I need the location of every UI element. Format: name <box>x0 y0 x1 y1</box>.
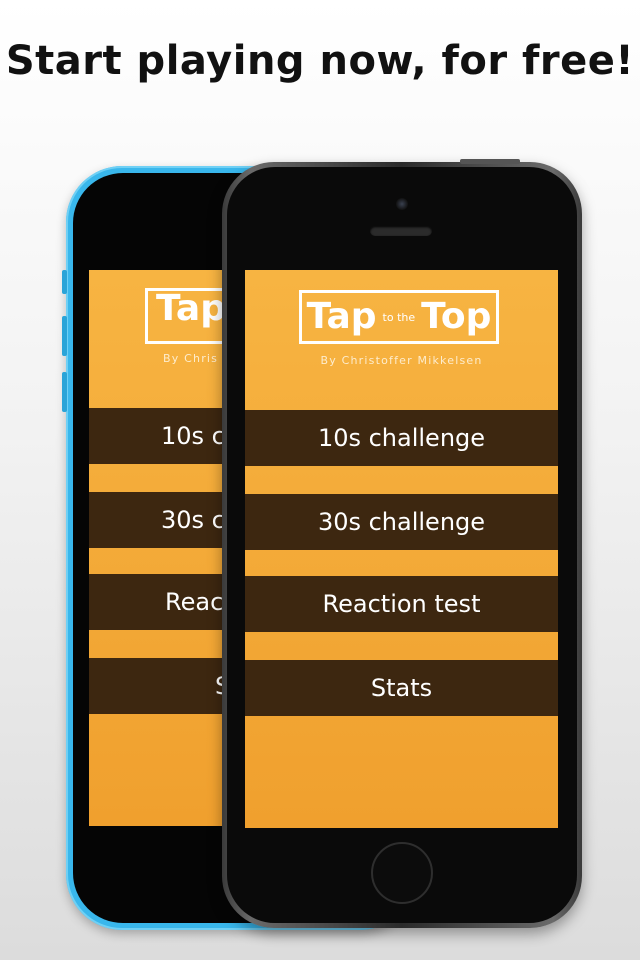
front-camera-icon <box>396 198 408 210</box>
logo-text-top: Top <box>421 296 492 337</box>
volume-up-button <box>62 316 67 356</box>
menu-stats[interactable]: Stats <box>245 660 558 716</box>
volume-down-button <box>62 372 67 412</box>
logo-text-tap: Tap <box>306 296 377 337</box>
menu-30s-label: 30s challenge <box>317 508 486 536</box>
promo-headline: Start playing now, for free! <box>5 38 635 84</box>
power-button <box>460 159 520 164</box>
home-button[interactable] <box>371 842 433 904</box>
earpiece-speaker <box>370 226 432 236</box>
menu-reaction-label: Reaction test <box>322 590 481 618</box>
app-screen: Tap to the Top By Christoffer Mikkelsen … <box>245 270 558 828</box>
menu-30s-challenge[interactable]: 30s challenge <box>245 494 558 550</box>
logo-text-to-the: to the <box>382 310 416 324</box>
menu-10s-label: 10s challenge <box>317 424 486 452</box>
mute-switch <box>62 270 67 294</box>
back-byline: By Chris <box>163 352 219 365</box>
menu-reaction-test[interactable]: Reaction test <box>245 576 558 632</box>
back-logo-text: Tap <box>156 288 226 329</box>
menu-stats-label: Stats <box>370 674 433 702</box>
menu-10s-challenge[interactable]: 10s challenge <box>245 410 558 466</box>
author-byline: By Christoffer Mikkelsen <box>320 354 483 367</box>
front-phone: Tap to the Top By Christoffer Mikkelsen … <box>222 159 582 928</box>
app-logo: Tap to the Top <box>299 290 499 344</box>
